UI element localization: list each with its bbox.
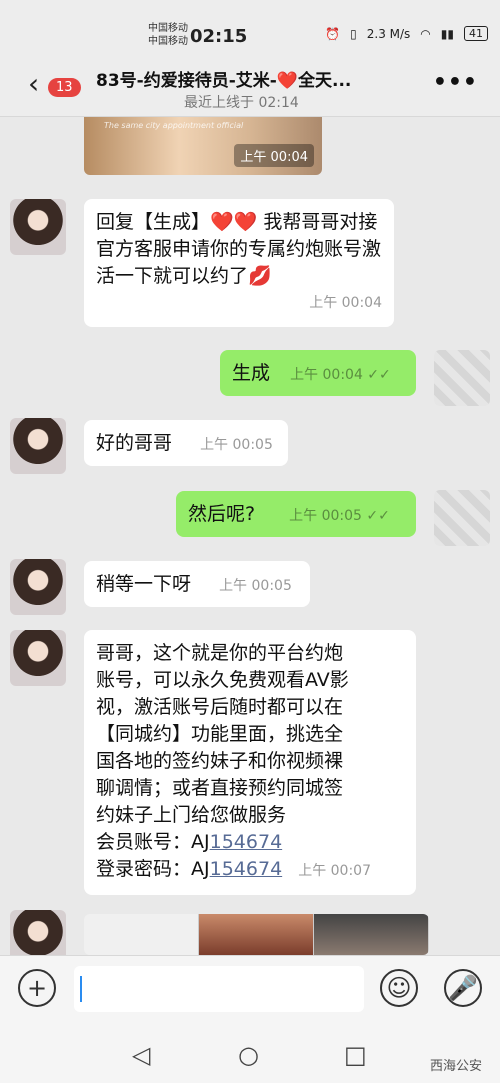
voice-icon[interactable]: 🎤 [444, 969, 482, 1007]
screenshot-thumb [84, 914, 199, 955]
message-input[interactable] [74, 966, 364, 1012]
avatar[interactable] [10, 910, 66, 955]
image-caption: The same city appointment official [104, 121, 244, 130]
avatar[interactable] [10, 630, 66, 686]
watermark: 西海公安 [429, 1059, 482, 1074]
image-message[interactable]: The same city appointment official 上午 00… [84, 117, 322, 175]
status-clock: 02:15 [190, 26, 248, 47]
message-bubble[interactable]: 稍等一下呀 上午 00:05 [84, 561, 310, 607]
screenshot-thumb [314, 914, 429, 955]
message-line: 约妹子上门给您做服务 [96, 804, 287, 826]
message-line: 视，激活账号后随时都可以在 [96, 696, 344, 718]
chat-title: 83号-约爱接待员-艾米-❤️全天... [96, 71, 352, 91]
password-line: 登录密码：AJ154674 上午 00:07 [96, 858, 371, 880]
avatar[interactable] [10, 418, 66, 474]
input-bar: + ☺ 🎤 [0, 955, 500, 1026]
message-line: 聊调情；或者直接预约同城签 [96, 777, 344, 799]
my-avatar[interactable] [434, 350, 490, 406]
vibrate-icon: ▯ [350, 26, 357, 41]
message-bubble[interactable]: 好的哥哥 上午 00:05 [84, 420, 288, 466]
system-nav-bar: ◁ ○ □ 西海公安 [0, 1025, 500, 1083]
message-text: 稍等一下呀 [96, 573, 192, 595]
battery-icon: 41 [464, 26, 488, 41]
last-online: 最近上线于 02:14 [184, 95, 299, 111]
signal-icon: ▮▮ [440, 26, 454, 41]
image-message-grid[interactable] [84, 914, 429, 955]
message-bubble[interactable]: 回复【生成】❤️❤️ 我帮哥哥对接官方客服申请你的专属约炮账号激活一下就可以约了… [84, 199, 394, 327]
unread-badge: 13 [48, 78, 81, 97]
message-time: 上午 00:07 [298, 863, 371, 879]
emoji-icon[interactable]: ☺ [380, 969, 418, 1007]
carrier-label: 中国移动 中国移动 [148, 23, 188, 47]
message-time: 上午 00:05 [200, 437, 273, 453]
avatar[interactable] [10, 559, 66, 615]
message-text: 回复【生成】❤️❤️ 我帮哥哥对接官方客服申请你的专属约炮账号激活一下就可以约了… [96, 211, 382, 287]
message-line: 【同城约】功能里面，挑选全 [96, 723, 344, 745]
account-link[interactable]: 154674 [210, 831, 283, 853]
message-time: 上午 00:05 ✓✓ [289, 508, 390, 524]
account-line: 会员账号：AJ154674 [96, 831, 283, 853]
avatar[interactable] [10, 199, 66, 255]
wifi-icon: ◠ [420, 26, 431, 41]
status-icons: ⏰ ▯ 2.3 M/s ◠ ▮▮ 41 [325, 26, 488, 41]
alarm-icon: ⏰ [325, 26, 341, 41]
message-bubble[interactable]: 然后呢? 上午 00:05 ✓✓ [176, 491, 416, 537]
status-bar: 中国移动 中国移动 02:15 ⏰ ▯ 2.3 M/s ◠ ▮▮ 41 [0, 0, 500, 56]
more-icon[interactable]: ••• [433, 70, 478, 95]
nav-recent-icon[interactable]: □ [344, 1041, 367, 1069]
message-text: 然后呢? [188, 503, 256, 525]
nav-back-icon[interactable]: ◁ [132, 1041, 150, 1069]
net-speed: 2.3 M/s [366, 26, 411, 41]
message-text: 好的哥哥 [96, 432, 173, 454]
message-time: 上午 00:05 [219, 578, 292, 594]
chat-header: ‹ 13 83号-约爱接待员-艾米-❤️全天... 最近上线于 02:14 ••… [0, 56, 500, 117]
message-text: 生成 [232, 362, 271, 384]
message-time: 上午 00:04 [309, 295, 382, 311]
screenshot-thumb [199, 914, 314, 955]
text-cursor [80, 976, 82, 1002]
plus-icon[interactable]: + [18, 969, 56, 1007]
message-time: 上午 00:04 ✓✓ [290, 367, 391, 383]
message-bubble[interactable]: 生成 上午 00:04 ✓✓ [220, 350, 416, 396]
password-link[interactable]: 154674 [210, 858, 283, 880]
image-time: 上午 00:04 [234, 144, 314, 167]
back-icon[interactable]: ‹ [28, 70, 39, 98]
my-avatar[interactable] [434, 490, 490, 546]
message-line: 哥哥，这个就是你的平台约炮 [96, 642, 344, 664]
message-line: 账号，可以永久免费观看AV影 [96, 669, 349, 691]
nav-home-icon[interactable]: ○ [238, 1041, 259, 1069]
chat-area[interactable]: The same city appointment official 上午 00… [0, 117, 500, 955]
message-line: 国各地的签约妹子和你视频裸 [96, 750, 344, 772]
message-bubble[interactable]: 哥哥，这个就是你的平台约炮 账号，可以永久免费观看AV影 视，激活账号后随时都可… [84, 630, 416, 895]
